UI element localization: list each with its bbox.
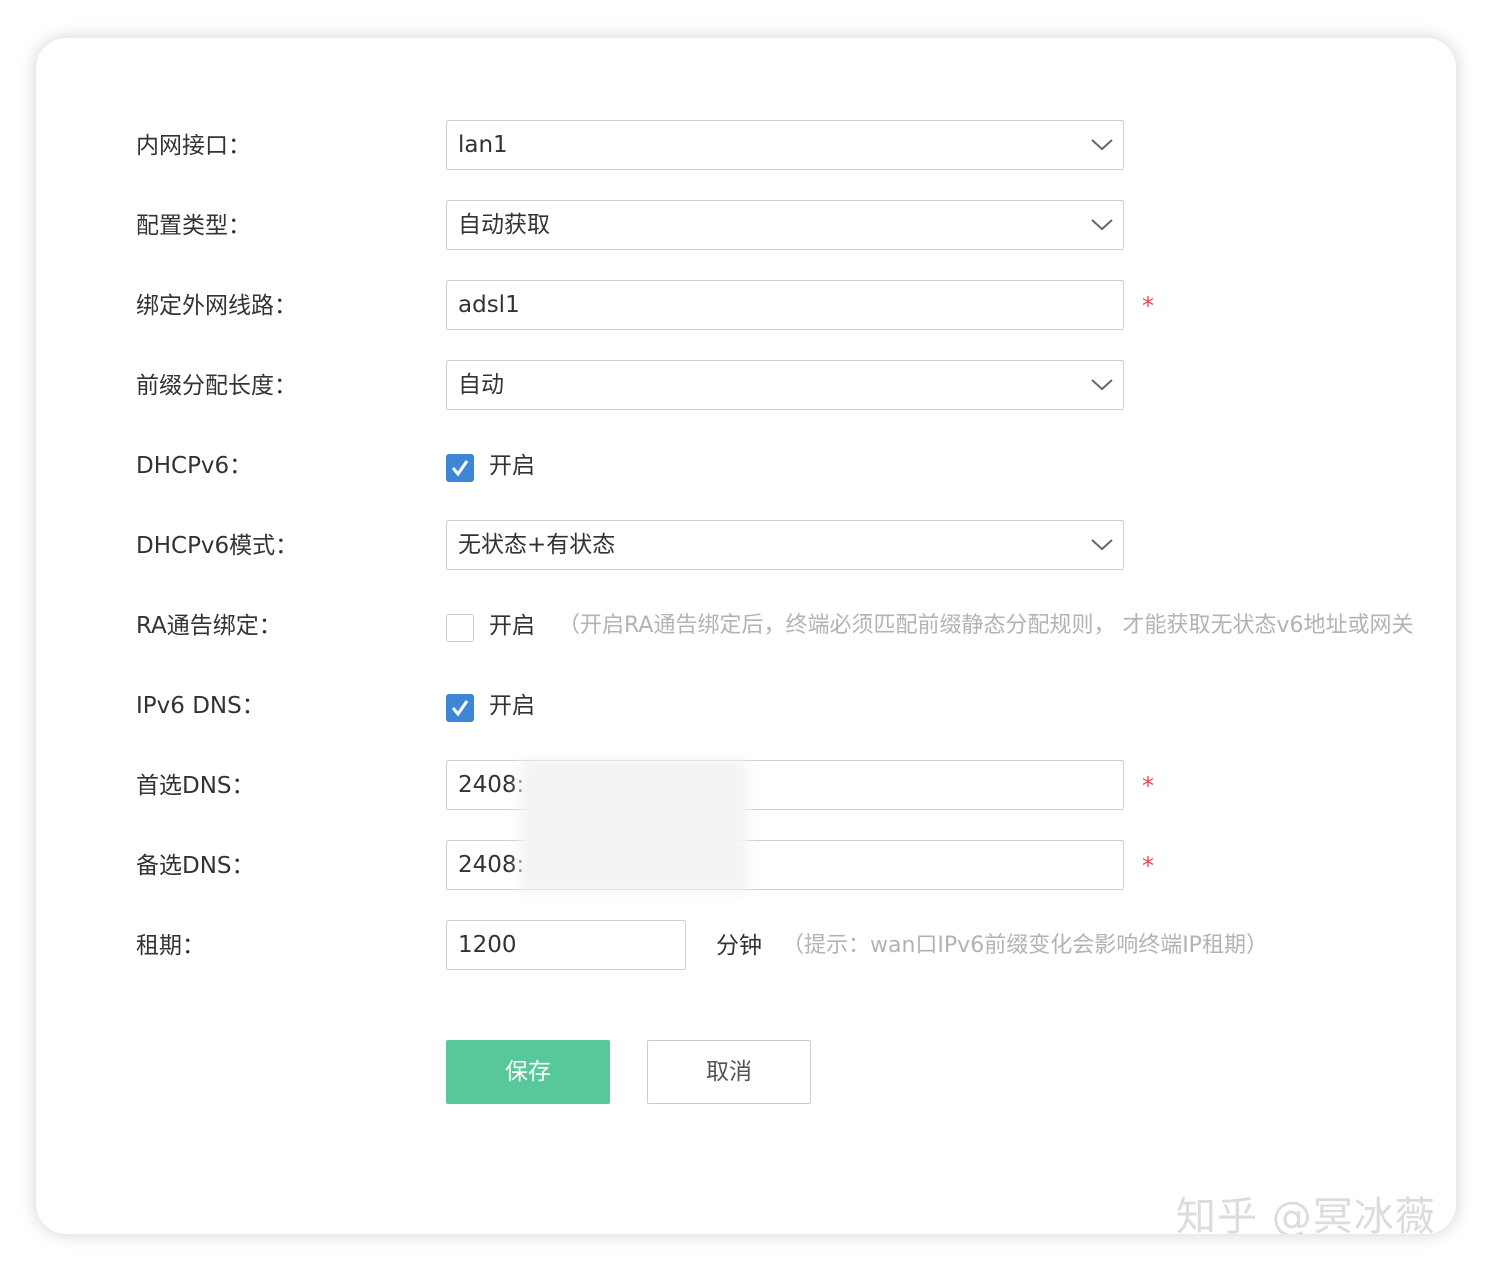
chevron-down-icon	[1091, 219, 1113, 231]
ipv6-settings-panel: 内网接口： lan1 配置类型： 自动获取 绑定外网线路： adsl1 * 前缀…	[36, 38, 1456, 1234]
ra-binding-option-text: 开启	[489, 613, 535, 639]
checkmark-icon	[451, 700, 469, 717]
primary-dns-value: 2408:	[458, 772, 525, 798]
chevron-down-icon	[1091, 539, 1113, 551]
primary-dns-label: 首选DNS：	[136, 773, 255, 799]
ipv6-dns-checkbox[interactable]	[446, 694, 474, 722]
ra-binding-hint: （开启RA通告绑定后，终端必须匹配前缀静态分配规则， 才能获取无状态v6地址或网…	[558, 613, 1414, 638]
lan-interface-select[interactable]: lan1	[446, 120, 1124, 170]
lan-interface-value: lan1	[458, 132, 508, 158]
prefix-length-select[interactable]: 自动	[446, 360, 1124, 410]
bind-wan-input[interactable]: adsl1	[446, 280, 1124, 330]
bind-wan-value: adsl1	[458, 292, 520, 318]
ra-binding-label: RA通告绑定：	[136, 613, 282, 639]
required-mark: *	[1142, 852, 1154, 880]
dhcpv6-checkbox[interactable]	[446, 454, 474, 482]
ra-binding-checkbox[interactable]	[446, 614, 474, 642]
chevron-down-icon	[1091, 139, 1113, 151]
config-type-label: 配置类型：	[136, 213, 251, 239]
lease-hint: （提示：wan口IPv6前缀变化会影响终端IP租期）	[782, 933, 1268, 958]
lease-label: 租期：	[136, 933, 205, 959]
dhcpv6-mode-label: DHCPv6模式：	[136, 533, 299, 559]
ipv6-dns-option-text: 开启	[489, 693, 535, 719]
chevron-down-icon	[1091, 379, 1113, 391]
watermark: 知乎 @冥冰薇	[1176, 1194, 1436, 1234]
config-type-value: 自动获取	[458, 212, 550, 238]
prefix-length-label: 前缀分配长度：	[136, 373, 297, 399]
dhcpv6-label: DHCPv6：	[136, 453, 253, 479]
required-mark: *	[1142, 772, 1154, 800]
config-type-select[interactable]: 自动获取	[446, 200, 1124, 250]
lease-value: 1200	[458, 932, 517, 958]
redaction-blur	[520, 760, 748, 892]
secondary-dns-label: 备选DNS：	[136, 853, 255, 879]
prefix-length-value: 自动	[458, 372, 504, 398]
dhcpv6-mode-select[interactable]: 无状态+有状态	[446, 520, 1124, 570]
dhcpv6-option-text: 开启	[489, 453, 535, 479]
save-button[interactable]: 保存	[446, 1040, 610, 1104]
bind-wan-label: 绑定外网线路：	[136, 293, 297, 319]
lan-interface-label: 内网接口：	[136, 133, 251, 159]
dhcpv6-mode-value: 无状态+有状态	[458, 532, 616, 558]
secondary-dns-value: 2408:	[458, 852, 525, 878]
lease-input[interactable]: 1200	[446, 920, 686, 970]
lease-unit: 分钟	[716, 933, 762, 959]
ipv6-dns-label: IPv6 DNS：	[136, 693, 265, 719]
required-mark: *	[1142, 292, 1154, 320]
checkmark-icon	[451, 460, 469, 477]
cancel-button[interactable]: 取消	[647, 1040, 811, 1104]
